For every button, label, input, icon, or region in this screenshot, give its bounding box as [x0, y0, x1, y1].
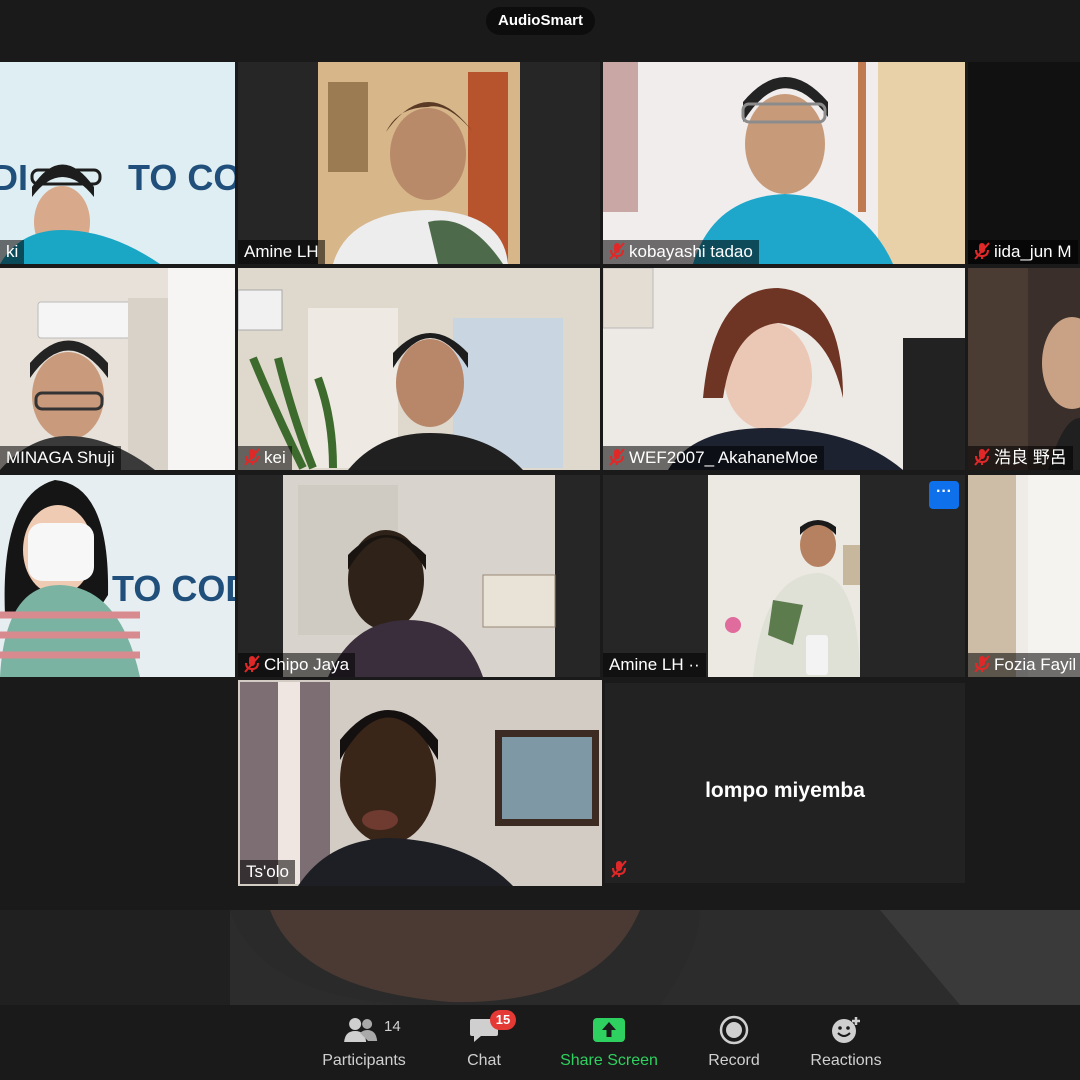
share-screen-button[interactable]: Share Screen [554, 1005, 664, 1080]
video-tile[interactable]: TO CODE DI ki [0, 62, 235, 264]
video-feed [238, 680, 602, 886]
self-view-strip [0, 910, 1080, 1005]
participant-name-center: lompo miyemba [705, 779, 865, 802]
participant-name: MINAGA Shuji [0, 446, 121, 470]
mic-off-icon [974, 655, 990, 673]
app-title[interactable]: AudioSmart [486, 7, 595, 35]
mic-off-icon [244, 448, 260, 466]
participant-name: Chipo Jaya [238, 653, 356, 677]
video-feed [968, 268, 1080, 470]
meeting-toolbar: 14 Participants 15 Chat Share Screen Rec… [0, 1005, 1080, 1080]
participant-name: 浩良 野呂 [968, 446, 1073, 470]
participant-name: iida_jun M [968, 240, 1078, 264]
chat-button[interactable]: 15 Chat [444, 1005, 524, 1080]
video-feed [603, 475, 965, 677]
participant-name: kobayashi tadao [603, 240, 759, 264]
chat-label: Chat [467, 1052, 501, 1069]
svg-text:DI: DI [0, 157, 28, 198]
video-tile[interactable]: kobayashi tadao [603, 62, 965, 264]
svg-text:TO CODE: TO CODE [128, 157, 235, 198]
record-icon [719, 1015, 749, 1045]
reactions-icon [832, 1017, 860, 1043]
video-tile[interactable]: Amine LH ·· [603, 475, 965, 677]
video-feed [238, 268, 600, 470]
participant-count: 14 [384, 1018, 401, 1035]
video-tile[interactable]: TO CODE [0, 475, 235, 677]
video-tile[interactable]: WEF2007_ AkahaneMoe [603, 268, 965, 470]
video-feed [0, 268, 235, 470]
video-feed [603, 62, 965, 264]
participant-name: Ts'olo [240, 860, 295, 884]
participant-name: Fozia Fayil [968, 653, 1080, 677]
participant-name: ki [0, 240, 25, 264]
video-tile[interactable]: 浩良 野呂 [968, 268, 1080, 470]
video-feed [968, 475, 1080, 677]
video-tile[interactable]: iida_jun M [968, 62, 1080, 264]
mic-off-icon [974, 242, 990, 260]
video-tile[interactable]: kei [238, 268, 600, 470]
video-tile[interactable]: MINAGA Shuji [0, 268, 235, 470]
video-feed [603, 268, 965, 470]
record-label: Record [708, 1052, 760, 1069]
participant-name: Amine LH [238, 240, 325, 264]
participants-label: Participants [322, 1052, 406, 1069]
share-screen-icon [593, 1018, 625, 1042]
video-tile[interactable]: Fozia Fayil [968, 475, 1080, 677]
svg-text:TO CODE: TO CODE [112, 568, 235, 609]
participant-name: kei [238, 446, 292, 470]
video-tile-off[interactable]: lompo miyemba [605, 683, 965, 883]
video-tile[interactable]: Amine LH [238, 62, 600, 264]
video-feed: TO CODE [0, 475, 235, 677]
participant-name: Amine LH ·· [603, 653, 706, 677]
video-feed [0, 910, 1080, 1005]
video-feed: TO CODE DI [0, 62, 235, 264]
top-bar: AudioSmart [0, 0, 1080, 40]
share-screen-label: Share Screen [560, 1052, 658, 1069]
video-feed [238, 62, 600, 264]
mic-off-icon [609, 448, 625, 466]
video-feed [238, 475, 600, 677]
reactions-button[interactable]: Reactions [801, 1005, 891, 1080]
mic-off-icon [611, 860, 627, 878]
mic-off-icon [974, 448, 990, 466]
participants-icon [344, 1018, 378, 1042]
participants-button[interactable]: 14 Participants [314, 1005, 414, 1080]
record-button[interactable]: Record [694, 1005, 774, 1080]
video-feed [968, 62, 1080, 264]
video-tile-active-speaker[interactable]: Ts'olo [238, 680, 602, 886]
more-options-button[interactable]: ··· [929, 481, 959, 509]
mic-off-icon [244, 655, 260, 673]
participant-name: WEF2007_ AkahaneMoe [603, 446, 825, 470]
mic-off-icon [609, 242, 625, 260]
video-tile[interactable]: Chipo Jaya [238, 475, 600, 677]
reactions-label: Reactions [810, 1052, 882, 1069]
chat-unread-badge: 15 [490, 1010, 516, 1030]
